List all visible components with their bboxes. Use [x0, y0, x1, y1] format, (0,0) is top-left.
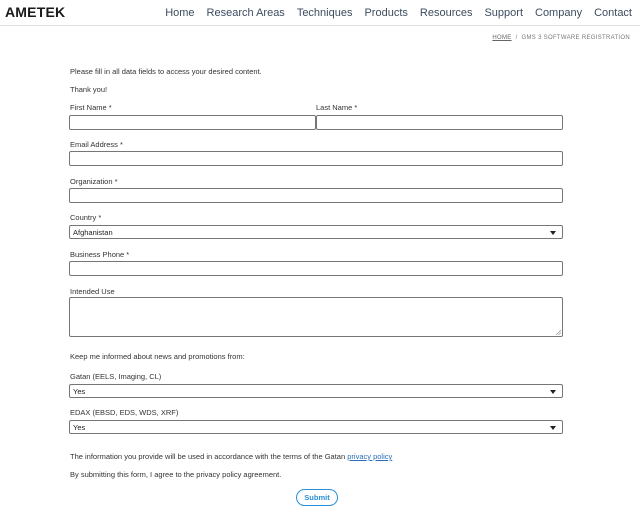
breadcrumb-separator: / [515, 35, 518, 41]
dropdown-arrow-icon [550, 390, 556, 394]
resize-grip-icon[interactable] [555, 329, 561, 335]
intended-use-label: Intended Use [70, 287, 115, 296]
form-thanks: Thank you! [70, 85, 108, 94]
nav-products[interactable]: Products [359, 7, 412, 19]
privacy-notice-text: The information you provide will be used… [70, 452, 346, 461]
intended-use-textarea[interactable] [69, 297, 563, 337]
gatan-selected-value: Yes [73, 386, 86, 396]
news-heading: Keep me informed about news and promotio… [70, 352, 245, 361]
dropdown-arrow-icon [550, 426, 556, 430]
country-label: Country * [70, 213, 102, 222]
country-select[interactable]: Afghanistan [69, 225, 563, 239]
country-selected-value: Afghanistan [73, 227, 113, 237]
dropdown-arrow-icon [550, 231, 556, 235]
edax-select[interactable]: Yes [69, 420, 563, 434]
organization-field[interactable] [69, 188, 563, 203]
nav-home[interactable]: Home [160, 7, 199, 19]
email-label: Email Address * [70, 140, 123, 149]
nav-support[interactable]: Support [479, 7, 528, 19]
edax-selected-value: Yes [73, 422, 86, 432]
ametek-logo[interactable]: AMETEK [5, 4, 65, 20]
breadcrumb-current: GMS 3 SOFTWARE REGISTRATION [521, 35, 630, 41]
top-navigation-bar: AMETEK Home Research Areas Techniques Pr… [0, 0, 640, 26]
agreement-text: By submitting this form, I agree to the … [70, 470, 282, 479]
gatan-select[interactable]: Yes [69, 384, 563, 398]
breadcrumb: HOME / GMS 3 SOFTWARE REGISTRATION [492, 35, 630, 41]
edax-label: EDAX (EBSD, EDS, WDS, XRF) [70, 408, 179, 417]
privacy-policy-link[interactable]: privacy policy [347, 452, 392, 461]
nav-company[interactable]: Company [530, 7, 587, 19]
nav-resources[interactable]: Resources [415, 7, 478, 19]
first-name-field[interactable] [69, 115, 316, 130]
logo-text: AMETEK [5, 4, 66, 20]
submit-button[interactable]: Submit [296, 489, 338, 506]
form-intro: Please fill in all data fields to access… [70, 67, 262, 76]
gatan-label: Gatan (EELS, Imaging, CL) [70, 372, 162, 381]
business-phone-label: Business Phone * [70, 250, 130, 259]
breadcrumb-home[interactable]: HOME [492, 35, 511, 41]
first-name-label: First Name * [70, 103, 112, 112]
last-name-field[interactable] [316, 115, 563, 130]
nav-techniques[interactable]: Techniques [292, 7, 358, 19]
main-nav: Home Research Areas Techniques Products … [159, 0, 640, 26]
email-field[interactable] [69, 151, 563, 166]
nav-contact[interactable]: Contact [589, 7, 637, 19]
privacy-notice: The information you provide will be used… [70, 452, 392, 461]
organization-label: Organization * [70, 177, 118, 186]
business-phone-field[interactable] [69, 261, 563, 276]
last-name-label: Last Name * [316, 103, 358, 112]
nav-research-areas[interactable]: Research Areas [202, 7, 290, 19]
